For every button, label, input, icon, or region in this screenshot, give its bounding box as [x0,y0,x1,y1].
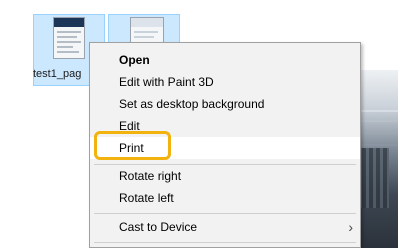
menu-separator [94,242,356,243]
menu-item-cast-to-device[interactable]: Cast to Device › [90,216,360,238]
menu-item-label: Cast to Device [119,220,198,234]
menu-separator [94,213,356,214]
menu-item-rotate-left[interactable]: Rotate left [90,187,360,209]
document-thumbnail-icon [53,17,85,59]
file-name-label[interactable]: test1_pag [33,68,93,84]
menu-item-rotate-right[interactable]: Rotate right [90,165,360,187]
menu-item-open[interactable]: Open [90,49,360,71]
desktop-wallpaper [355,70,398,248]
menu-item-edit-with-paint-3d[interactable]: Edit with Paint 3D [90,71,360,93]
print-highlight-outline [94,131,171,160]
desktop: test1_pag Open Edit with Paint 3D Set as… [0,0,398,248]
chevron-right-icon: › [348,219,353,235]
menu-item-set-as-desktop-background[interactable]: Set as desktop background [90,93,360,115]
